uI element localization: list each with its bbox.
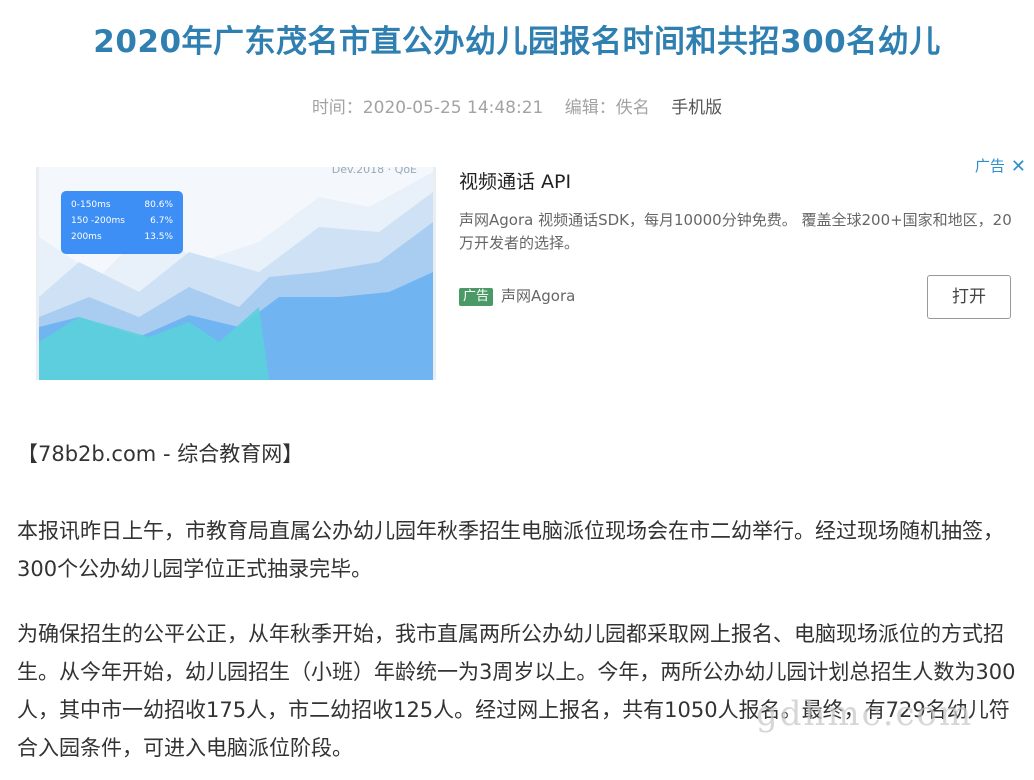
- ad-badge: 广告: [459, 288, 494, 306]
- article-page: 2020年广东茂名市直公办幼儿园报名时间和共招300名幼儿 时间：2020-05…: [0, 0, 1034, 780]
- editor-name: 编辑：佚名: [564, 98, 650, 118]
- latency-legend: 0-150ms 80.6% 150 -200ms 6.7% 200ms 13.5%: [61, 191, 183, 254]
- ad-label[interactable]: 广告 ✕: [975, 155, 1026, 178]
- latency-row: 150 -200ms 6.7%: [71, 216, 173, 226]
- close-icon[interactable]: ✕: [1011, 156, 1026, 178]
- page-title: 2020年广东茂名市直公办幼儿园报名时间和共招300名幼儿: [93, 24, 941, 60]
- ad-title-link[interactable]: 视频通话 API: [459, 169, 571, 195]
- latency-row: 200ms 13.5%: [71, 232, 173, 242]
- article-source: 【78b2b.com - 综合教育网】: [17, 442, 304, 466]
- article-paragraph: 本报讯昨日上午，市教育局直属公办幼儿园年秋季招生电脑派位现场会在市二幼举行。经过…: [17, 519, 1004, 581]
- ad-label-text: 广告: [974, 157, 1005, 175]
- ad-description: 声网Agora 视频通话SDK，每月10000分钟免费。 覆盖全球200+国家和…: [459, 211, 1012, 252]
- ad-source: 广告 声网Agora: [459, 286, 575, 306]
- article-paragraph: 为确保招生的公平公正，从年秋季开始，我市直属两所公办幼儿园都采取网上报名、电脑现…: [17, 622, 1016, 760]
- ad-open-button[interactable]: 打开: [927, 275, 1011, 319]
- advertiser-name: 声网Agora: [501, 287, 576, 305]
- mobile-version-link[interactable]: 手机版: [671, 98, 722, 118]
- latency-row: 0-150ms 80.6%: [71, 200, 173, 210]
- ad-image[interactable]: Dev.2018 · QoE 0-150ms 80.6% 150 -200ms 6.…: [36, 167, 436, 380]
- article-meta: 时间：2020-05-25 14:48:21 编辑：佚名 手机版: [0, 96, 1034, 120]
- publish-time: 时间：2020-05-25 14:48:21: [311, 98, 544, 118]
- ad-block: Dev.2018 · QoE 0-150ms 80.6% 150 -200ms 6.…: [36, 155, 1026, 383]
- ad-chart-tag: Dev.2018 · QoE: [331, 167, 417, 176]
